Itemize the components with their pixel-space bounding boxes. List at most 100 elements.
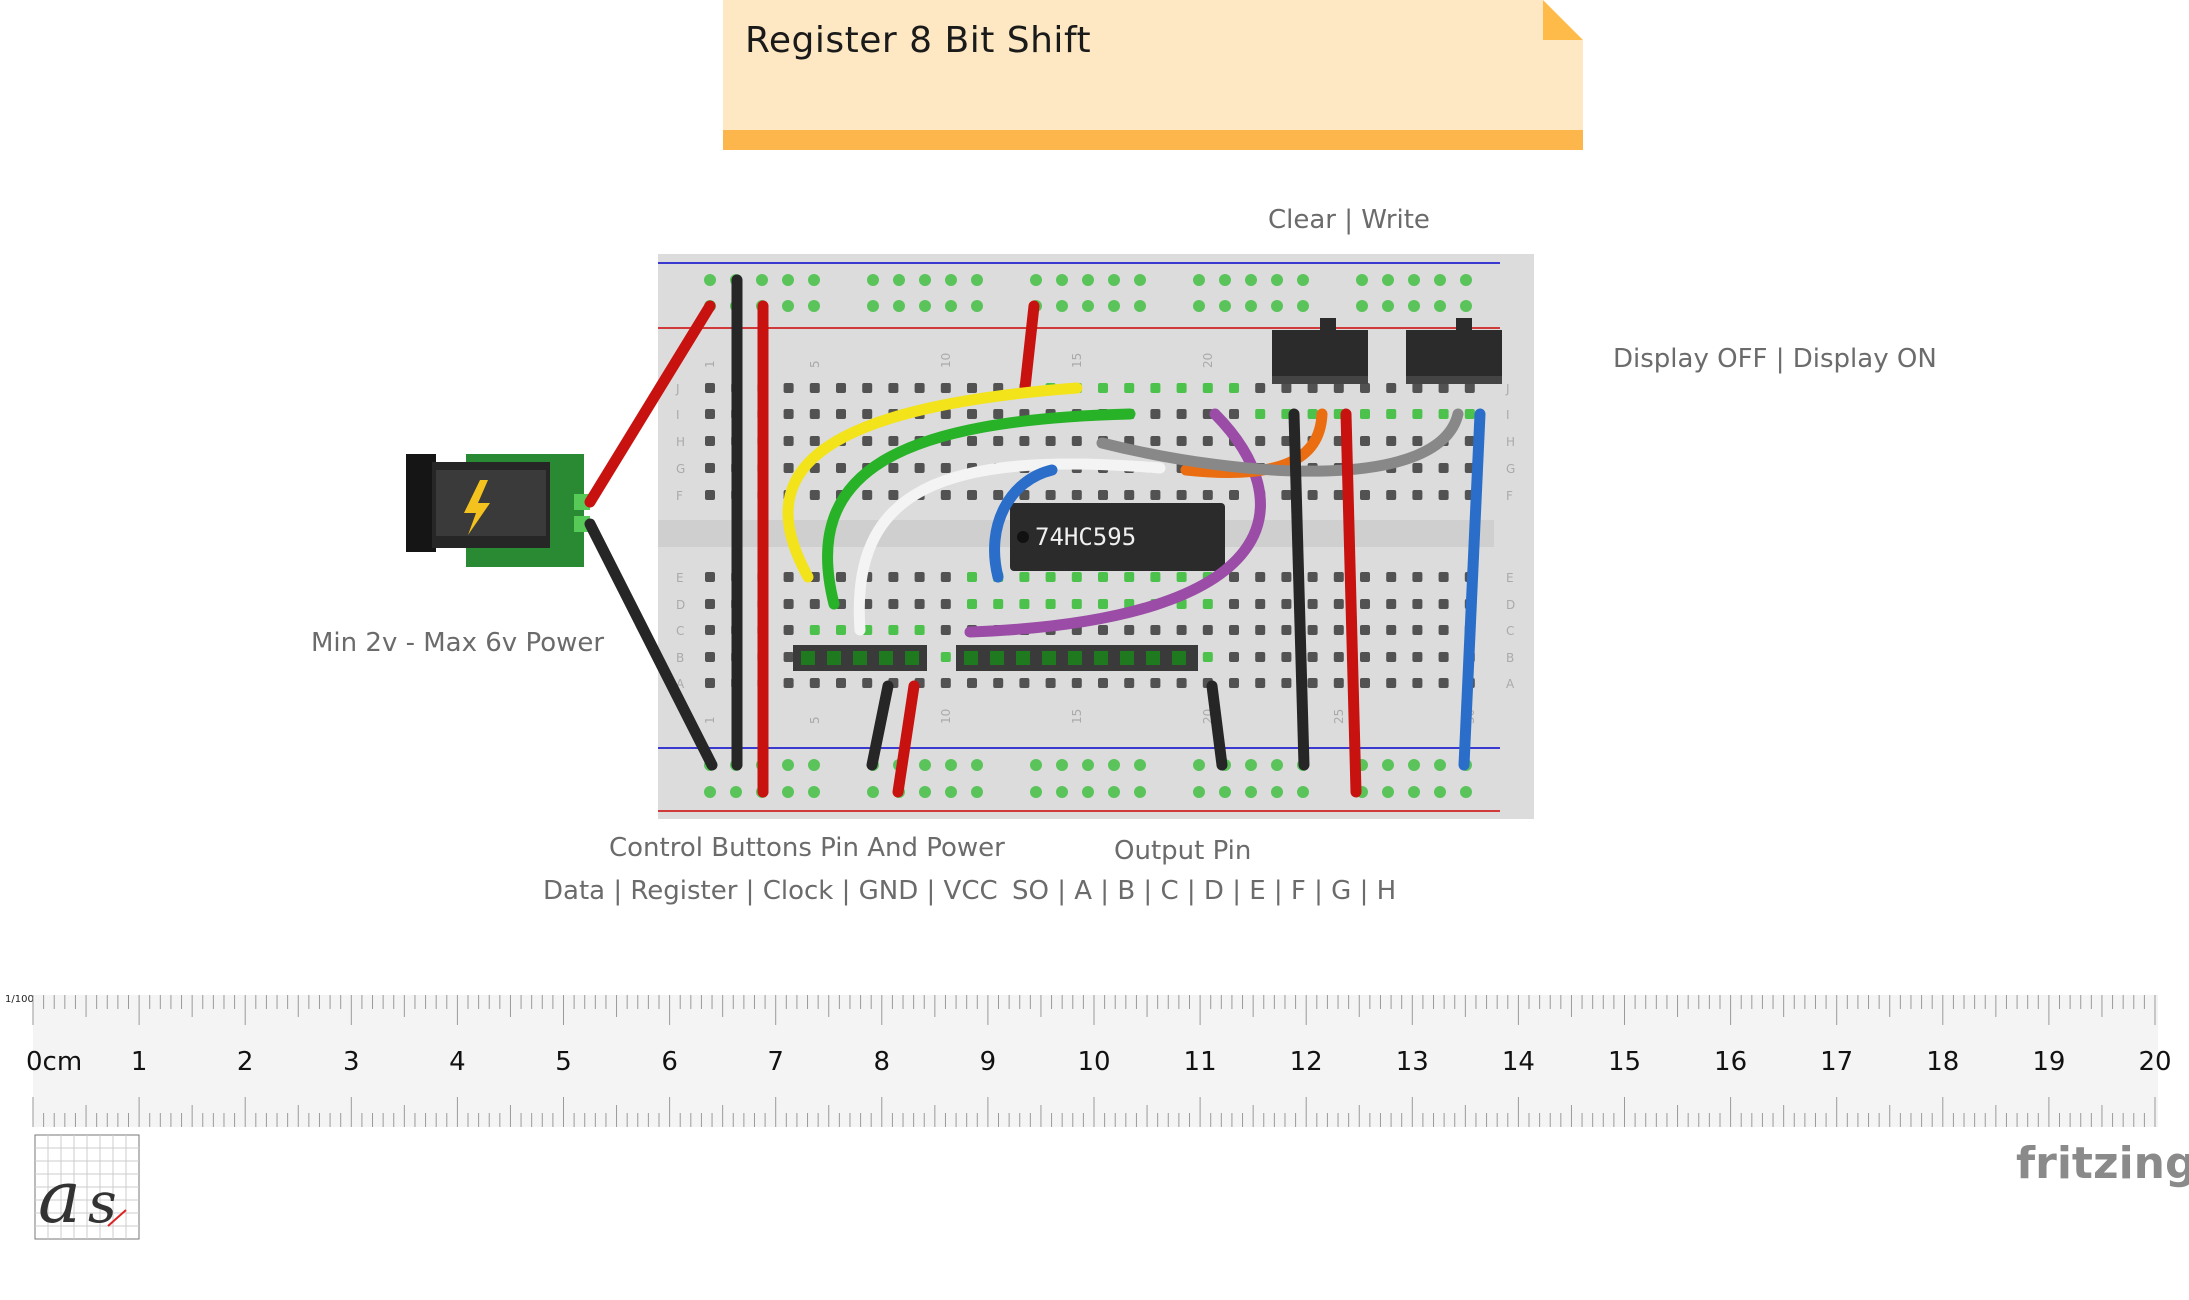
hole: [705, 599, 715, 609]
hole: [993, 678, 1004, 688]
rail-hole: [1245, 274, 1257, 286]
hole: [967, 409, 977, 419]
hole: [705, 409, 715, 419]
rail-hole: [1245, 759, 1257, 771]
ruler-number: 3: [343, 1047, 360, 1077]
hole: [940, 463, 951, 473]
ruler-number: 10: [1077, 1047, 1110, 1077]
row-letter: F: [1506, 489, 1513, 503]
rail-hole: [1382, 786, 1394, 798]
rail-hole: [1245, 786, 1257, 798]
rail-hole: [1193, 274, 1205, 286]
row-letter: C: [676, 624, 684, 638]
rail-hole: [893, 300, 905, 312]
hole: [1150, 383, 1161, 393]
hole: [1019, 572, 1030, 582]
hole: [705, 572, 715, 582]
shift-register-chip[interactable]: 74HC595: [1010, 503, 1225, 571]
hole: [1307, 678, 1318, 688]
hole: [1150, 409, 1161, 419]
rail-hole: [945, 786, 957, 798]
hole: [967, 490, 977, 500]
ruler-number: 20: [2138, 1047, 2171, 1077]
hole: [705, 383, 715, 393]
hole: [1386, 599, 1397, 609]
hole: [862, 383, 873, 393]
hole: [1202, 652, 1213, 662]
column-number: 15: [1070, 709, 1084, 724]
hole: [1229, 652, 1239, 662]
rail-hole: [1434, 300, 1446, 312]
hole: [1019, 599, 1030, 609]
power-jack[interactable]: [406, 454, 590, 567]
hole: [1124, 490, 1135, 500]
rail-hole: [1134, 274, 1146, 286]
ruler-number: 1: [131, 1047, 148, 1077]
hole: [1229, 625, 1239, 635]
hole: [1255, 436, 1266, 446]
hole: [1098, 490, 1108, 500]
hole: [1386, 625, 1397, 635]
rail-hole: [919, 300, 931, 312]
hole: [1412, 383, 1423, 393]
rail-hole: [808, 759, 820, 771]
hole: [1098, 383, 1108, 393]
ruler[interactable]: 1/100 0cm 1 2 3 4 5 6 7 8 9 10 11 12 13 14 15 16 17 18 19 20: [5, 994, 2172, 1127]
hole: [862, 490, 873, 500]
rail-hole: [1245, 300, 1257, 312]
hole: [1333, 383, 1344, 393]
hole: [1386, 572, 1397, 582]
hole: [1412, 436, 1423, 446]
svg-text:a: a: [38, 1155, 81, 1239]
rail-hole: [1056, 759, 1068, 771]
rail-hole: [1030, 759, 1042, 771]
rail-hole: [704, 786, 716, 798]
row-letter: G: [1506, 462, 1515, 476]
hole: [1307, 409, 1318, 419]
hole: [1071, 490, 1082, 500]
hole: [836, 383, 846, 393]
hole: [967, 436, 977, 446]
rail-hole: [1382, 274, 1394, 286]
hole: [1281, 490, 1292, 500]
row-letter: F: [676, 489, 683, 503]
ruler-number: 0cm: [26, 1047, 82, 1077]
rail-hole: [1460, 300, 1472, 312]
hole: [1333, 652, 1344, 662]
rail-hole: [1271, 300, 1283, 312]
rail-hole: [1356, 274, 1368, 286]
hole: [940, 625, 951, 635]
hole: [783, 678, 794, 688]
hole: [1412, 599, 1423, 609]
hole: [1360, 625, 1370, 635]
hole: [1229, 490, 1239, 500]
rail-hole: [1408, 759, 1420, 771]
hole: [1386, 409, 1397, 419]
ruler-number: 12: [1290, 1047, 1323, 1077]
hole: [1281, 383, 1292, 393]
hole: [1281, 678, 1292, 688]
rail-hole: [1408, 300, 1420, 312]
hole: [1412, 572, 1423, 582]
rail-hole: [1408, 274, 1420, 286]
column-number: 25: [1332, 709, 1346, 724]
output-header[interactable]: [956, 645, 1198, 671]
hole: [1176, 572, 1187, 582]
hole: [1229, 678, 1239, 688]
rail-hole: [1356, 300, 1368, 312]
row-letter: J: [1505, 382, 1510, 396]
hole: [1307, 625, 1318, 635]
hole: [888, 572, 899, 582]
hole: [1098, 599, 1108, 609]
hole: [1150, 625, 1161, 635]
hole: [809, 599, 820, 609]
svg-text:s: s: [88, 1171, 117, 1236]
hole: [862, 436, 873, 446]
ruler-number: 9: [980, 1047, 997, 1077]
control-header[interactable]: [793, 645, 927, 671]
hole: [1229, 599, 1239, 609]
hole: [1360, 678, 1370, 688]
rail-hole: [1219, 786, 1231, 798]
hole: [1202, 599, 1213, 609]
hole: [940, 652, 951, 662]
